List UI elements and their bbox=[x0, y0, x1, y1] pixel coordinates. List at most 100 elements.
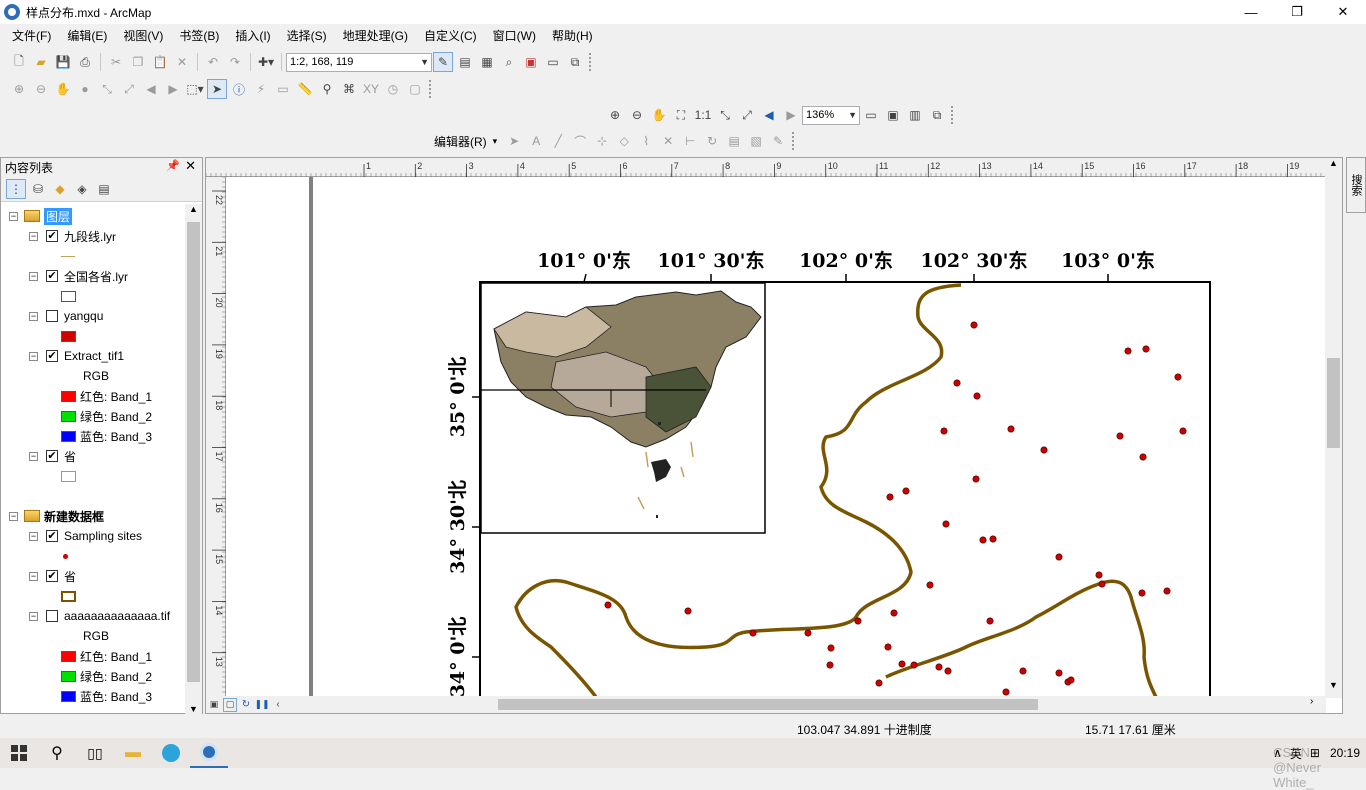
identify-icon[interactable]: ⓘ bbox=[229, 79, 249, 99]
collapse-icon[interactable]: − bbox=[29, 531, 38, 541]
layer-visibility-checkbox[interactable]: ✔ bbox=[46, 350, 58, 362]
scroll-up-icon[interactable]: ▲ bbox=[1325, 158, 1342, 168]
collapse-icon[interactable]: − bbox=[29, 271, 38, 281]
list-by-source-icon[interactable]: ⛁ bbox=[28, 179, 48, 199]
menu-bookmarks[interactable]: 书签(B) bbox=[171, 24, 227, 48]
pan-icon[interactable]: ✋ bbox=[53, 79, 73, 99]
collapse-icon[interactable]: − bbox=[9, 211, 18, 221]
task-view-icon[interactable]: ▯▯ bbox=[76, 738, 114, 768]
cut-polygons-icon[interactable]: ✕ bbox=[658, 131, 678, 151]
collapse-icon[interactable]: − bbox=[29, 611, 38, 621]
zoom-in-icon[interactable]: ⊕ bbox=[9, 79, 29, 99]
layer-name[interactable]: 省 bbox=[64, 568, 76, 585]
add-data-icon[interactable]: ✚▾ bbox=[256, 52, 276, 72]
scroll-down-icon[interactable]: ▼ bbox=[185, 704, 202, 714]
toc-group[interactable]: − 新建数据框 bbox=[9, 506, 104, 526]
scroll-right-icon[interactable]: › bbox=[1310, 696, 1313, 707]
fixed-zoom-out-layout-icon[interactable]: ⤢ bbox=[737, 105, 757, 125]
menu-customize[interactable]: 自定义(C) bbox=[416, 24, 485, 48]
table-of-contents-icon[interactable]: ▤ bbox=[455, 52, 475, 72]
layer-visibility-checkbox[interactable]: ✔ bbox=[46, 450, 58, 462]
list-by-drawing-order-icon[interactable]: ⋮ bbox=[6, 178, 26, 199]
minimize-button[interactable]: — bbox=[1228, 0, 1274, 24]
previous-extent-icon[interactable]: ◀ bbox=[759, 105, 779, 125]
layer-name[interactable]: 九段线.lyr bbox=[64, 228, 116, 245]
scroll-down-icon[interactable]: ▼ bbox=[1325, 680, 1342, 690]
scroll-up-icon[interactable]: ▲ bbox=[185, 204, 202, 214]
fixed-zoom-in-layout-icon[interactable]: ⤡ bbox=[715, 105, 735, 125]
menu-geoprocessing[interactable]: 地理处理(G) bbox=[335, 24, 416, 48]
toc-layer[interactable]: − yangqu bbox=[29, 306, 103, 326]
toc-group[interactable]: − 图层 bbox=[9, 206, 73, 226]
arc-segment-icon[interactable]: ⌒ bbox=[570, 131, 590, 151]
collapse-icon[interactable]: − bbox=[9, 511, 18, 521]
layer-name[interactable]: aaaaaaaaaaaaaa.tif bbox=[64, 609, 170, 623]
find-icon[interactable]: ⚲ bbox=[317, 79, 337, 99]
toolbar-grip[interactable] bbox=[589, 53, 595, 71]
scroll-thumb[interactable] bbox=[187, 222, 200, 682]
map-page[interactable]: 101° 0'东 101° 30'东 102° 0'东 102° 30'东 103° 0… bbox=[226, 177, 1326, 697]
scroll-left-icon[interactable]: ‹ bbox=[271, 698, 285, 712]
list-by-selection-icon[interactable]: ◈ bbox=[72, 179, 92, 199]
find-route-icon[interactable]: ⌘ bbox=[339, 79, 359, 99]
layer-visibility-checkbox[interactable]: ✔ bbox=[46, 530, 58, 542]
layer-name[interactable]: Extract_tif1 bbox=[64, 349, 124, 363]
zoom-out-icon[interactable]: ⊖ bbox=[31, 79, 51, 99]
pause-drawing-icon[interactable]: ❚❚ bbox=[254, 698, 269, 712]
select-elements-icon[interactable]: ➤ bbox=[207, 79, 227, 99]
layout-zoom-combo[interactable]: 136% ▼ bbox=[802, 105, 860, 125]
search-side-tab[interactable]: 搜索 bbox=[1346, 157, 1366, 213]
menu-windows[interactable]: 窗口(W) bbox=[485, 24, 544, 48]
straight-segment-icon[interactable]: ╱ bbox=[548, 131, 568, 151]
collapse-icon[interactable]: − bbox=[29, 231, 38, 241]
file-explorer-icon[interactable]: ▬ bbox=[114, 738, 152, 768]
map-scale-combo[interactable]: 1:2, 168, 119 ▼ bbox=[286, 52, 432, 72]
create-features-icon[interactable]: ✎ bbox=[768, 131, 788, 151]
reshape-icon[interactable]: ⌇ bbox=[636, 131, 656, 151]
fixed-zoom-in-icon[interactable]: ⤡ bbox=[97, 79, 117, 99]
edit-tool-icon[interactable]: ➤ bbox=[504, 131, 524, 151]
copy-icon[interactable]: ❐ bbox=[128, 52, 148, 72]
search-window-icon[interactable]: ⌕ bbox=[499, 52, 519, 72]
zoom-100-icon[interactable]: 1:1 bbox=[693, 105, 713, 125]
focus-data-frame-icon[interactable]: ▣ bbox=[883, 105, 903, 125]
undo-icon[interactable]: ↶ bbox=[203, 52, 223, 72]
menu-selection[interactable]: 选择(S) bbox=[279, 24, 335, 48]
go-to-xy-icon[interactable]: XY bbox=[361, 79, 381, 99]
toc-layer[interactable]: − ✔ 省 bbox=[29, 446, 76, 466]
pin-icon[interactable]: 📌 bbox=[166, 159, 180, 172]
editor-menu[interactable]: 编辑器(R) bbox=[434, 133, 487, 150]
next-extent-icon[interactable]: ▶ bbox=[781, 105, 801, 125]
arcmap-taskbar-icon[interactable] bbox=[190, 738, 228, 768]
data-driven-pages-icon[interactable]: ⧉ bbox=[927, 105, 947, 125]
layout-vertical-scrollbar[interactable]: ▲ ▼ bbox=[1325, 158, 1342, 698]
attributes-icon[interactable]: ▤ bbox=[724, 131, 744, 151]
maximize-button[interactable]: ❐ bbox=[1274, 0, 1320, 24]
data-frame-label[interactable]: 新建数据框 bbox=[44, 508, 104, 525]
python-window-icon[interactable]: ▭ bbox=[543, 52, 563, 72]
toolbar-grip[interactable] bbox=[429, 80, 435, 98]
open-folder-icon[interactable]: ▰ bbox=[31, 52, 51, 72]
collapse-icon[interactable]: − bbox=[29, 351, 38, 361]
rotate-icon[interactable]: ↻ bbox=[702, 131, 722, 151]
hyperlink-icon[interactable]: ⚡ bbox=[251, 79, 271, 99]
layer-visibility-checkbox[interactable] bbox=[46, 610, 58, 622]
time-slider-icon[interactable]: ◷ bbox=[383, 79, 403, 99]
collapse-icon[interactable]: − bbox=[29, 571, 38, 581]
sketch-properties-icon[interactable]: ▧ bbox=[746, 131, 766, 151]
layer-name[interactable]: 省 bbox=[64, 448, 76, 465]
scroll-thumb[interactable] bbox=[1327, 358, 1340, 448]
list-by-visibility-icon[interactable]: ◆ bbox=[50, 179, 70, 199]
toc-layer[interactable]: − ✔ 省 bbox=[29, 566, 76, 586]
layout-view-icon[interactable]: ▢ bbox=[223, 697, 237, 712]
new-document-icon[interactable]: 🗋 bbox=[9, 52, 29, 72]
catalog-icon[interactable]: ▦ bbox=[477, 52, 497, 72]
paste-icon[interactable]: 📋 bbox=[150, 52, 170, 72]
full-extent-icon[interactable]: ● bbox=[75, 79, 95, 99]
toc-scrollbar[interactable]: ▲ ▼ bbox=[185, 204, 202, 714]
edit-annotation-icon[interactable]: A bbox=[526, 131, 546, 151]
toggle-draft-mode-icon[interactable]: ▭ bbox=[861, 105, 881, 125]
zoom-whole-page-icon[interactable]: ⛶ bbox=[671, 105, 691, 125]
close-icon[interactable]: ✕ bbox=[185, 158, 196, 174]
toc-layer[interactable]: − ✔ 九段线.lyr bbox=[29, 226, 116, 246]
